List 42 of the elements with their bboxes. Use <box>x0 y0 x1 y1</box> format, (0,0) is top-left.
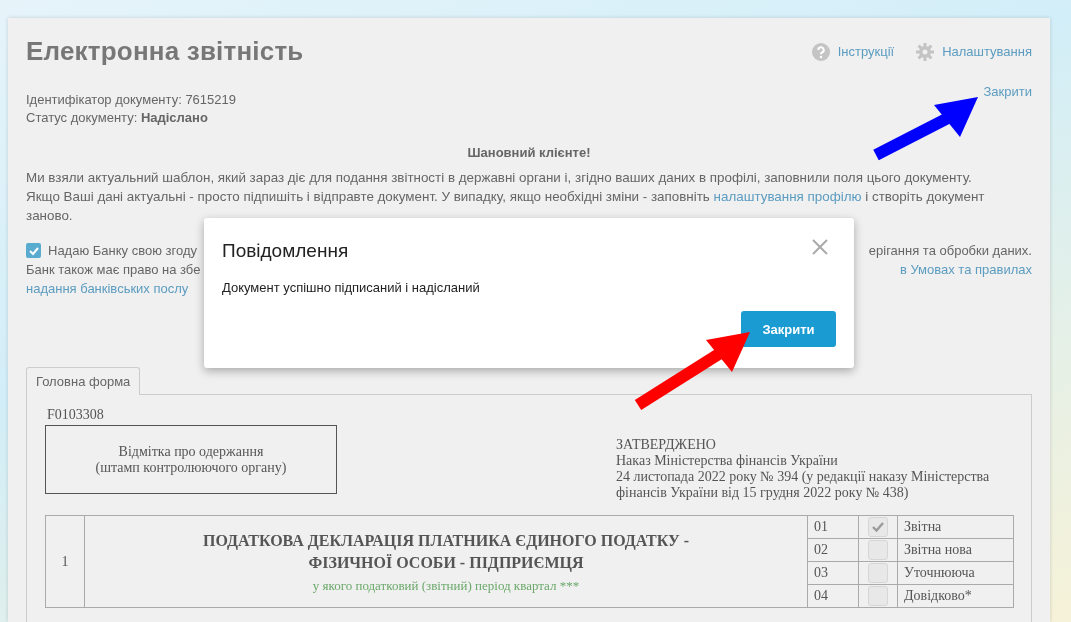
table-cell: 03 <box>807 561 859 585</box>
form-tab[interactable]: Головна форма <box>26 367 141 395</box>
table-cell: 1 <box>45 515 85 608</box>
consent-text: ерігання та обробки даних. <box>868 242 1032 260</box>
table-cell: Звітна <box>897 515 1014 539</box>
header-link[interactable]: Налаштування <box>916 42 1032 61</box>
table-cell: 04 <box>807 584 859 608</box>
document-id: Ідентифікатор документу: 7615219 <box>26 91 236 109</box>
approval-text: 24 листопада 2022 року № 394 (у редакції наказу Міністерства фінансів України від 15 грудня 2022 року № 438) <box>616 469 991 501</box>
checkbox[interactable] <box>868 517 888 537</box>
dialog-message: Документ успішно підписаний і надісланий <box>222 280 481 295</box>
checkbox[interactable] <box>868 563 888 583</box>
help-icon <box>811 42 830 61</box>
stamp-text: (штамп контролюючого органу) <box>95 459 287 476</box>
consent-text: Надаю Банку свою згоду <box>48 242 197 260</box>
page-title: Електронна звітність <box>26 36 304 67</box>
profile-settings-link[interactable]: налаштування профілю <box>713 189 862 204</box>
approval-text: ЗАТВЕРДЖЕНО <box>616 437 717 453</box>
table-cell: Уточнююча <box>897 561 1014 585</box>
dialog-title: Повідомлення <box>222 240 349 262</box>
declaration-subtitle: у якого податковий (звітний) період квартал *** <box>311 577 581 594</box>
consent-checkbox[interactable] <box>26 243 41 258</box>
consent-text: Банк також має право на збе <box>26 261 201 279</box>
checkbox[interactable] <box>868 540 888 560</box>
terms-link[interactable]: в Умовах та правилах <box>899 260 1032 279</box>
table-cell: 01 <box>807 515 859 539</box>
close-button[interactable]: Закрити <box>741 311 836 347</box>
declaration-title: ПОДАТКОВА ДЕКЛАРАЦІЯ ПЛАТНИКА ЄДИНОГО ПОДАТКУ - ФІЗИЧНОЇ ОСОБИ - ПІДПРИЄМЦЯ <box>202 530 690 574</box>
checkbox[interactable] <box>868 586 888 606</box>
settings-icon <box>916 42 935 61</box>
greeting-heading: Шановний клієнте! <box>466 145 592 160</box>
approval-text: Наказ Міністерства фінансів України <box>616 453 839 469</box>
document-status: Статус документу: Надіслано <box>26 109 209 127</box>
table-cell: Звітна нова <box>897 538 1014 562</box>
terms-link[interactable]: надання банківських послу <box>26 279 201 298</box>
stamp-text: Відмітка про одержання <box>118 443 264 460</box>
table-cell: 02 <box>807 538 859 562</box>
header-link[interactable]: Інструкції <box>811 42 895 61</box>
table-cell: Довідково* <box>897 584 1014 608</box>
form-code: F0103308 <box>47 407 105 423</box>
close-icon[interactable] <box>811 238 829 256</box>
close-link[interactable]: Закрити <box>983 83 1032 127</box>
